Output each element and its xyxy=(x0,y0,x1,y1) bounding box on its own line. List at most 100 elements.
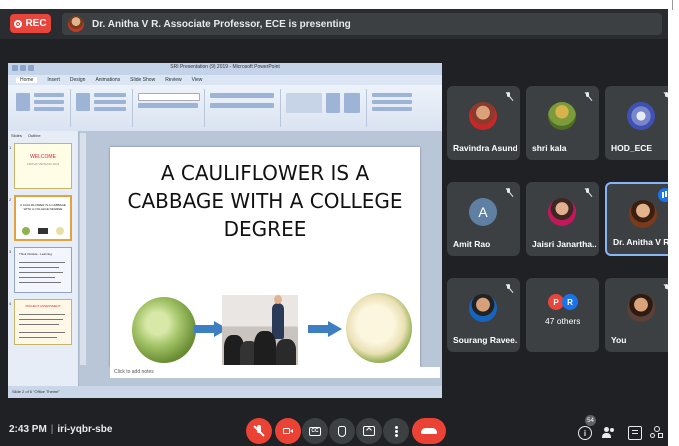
hand-icon xyxy=(338,425,346,437)
cabbage-image xyxy=(132,297,196,363)
tab-slides[interactable]: Slides xyxy=(11,133,22,138)
tab-slide-show[interactable]: Slide Show xyxy=(130,77,155,83)
people-icon[interactable] xyxy=(602,426,616,440)
mic-off-icon xyxy=(253,425,265,437)
font-format-icon[interactable] xyxy=(138,103,198,108)
list-icon[interactable] xyxy=(210,93,274,98)
speaking-indicator-icon xyxy=(658,188,668,202)
clock-time: 2:43 PM xyxy=(9,424,47,435)
slide-thumbnail-1[interactable]: WELCOME ANITHA VENKATA RAJI xyxy=(14,143,72,189)
tab-animations[interactable]: Animations xyxy=(95,77,120,83)
thumbnail-number: 1 xyxy=(9,145,12,150)
new-slide-icon[interactable] xyxy=(76,93,90,111)
record-icon xyxy=(14,19,23,28)
tab-design[interactable]: Design xyxy=(70,77,86,83)
microphone-button[interactable] xyxy=(246,418,272,444)
participant-name: You xyxy=(611,335,627,345)
reset-icon[interactable] xyxy=(94,100,126,104)
shapes-icon[interactable] xyxy=(286,93,322,113)
participant-tile[interactable]: HOD_ECE xyxy=(605,86,668,160)
meet-window: REC Dr. Anitha V R. Associate Professor,… xyxy=(0,9,668,446)
font-select[interactable] xyxy=(138,93,200,101)
avatar xyxy=(629,200,657,228)
participant-tile[interactable]: A Amit Rao xyxy=(447,182,520,256)
thumbnail-title: A CAULIFLOWER IS A CABBAGE WITH A COLLEG… xyxy=(20,203,66,211)
ribbon-tabs: Home Insert Design Animations Slide Show… xyxy=(8,75,442,85)
slide-thumbnail-2[interactable]: A CAULIFLOWER IS A CABBAGE WITH A COLLEG… xyxy=(14,195,72,241)
mic-off-icon xyxy=(661,283,668,295)
phone-hangup-icon xyxy=(421,428,437,434)
thumbnail-cabbage xyxy=(22,227,30,235)
slide-thumbnail-4[interactable]: PROJECT ASSESSMENT xyxy=(14,299,72,345)
copy-icon[interactable] xyxy=(34,100,64,104)
participant-tile[interactable]: shri kala xyxy=(526,86,599,160)
font-group xyxy=(134,89,205,127)
participant-tile[interactable]: Ravindra Asundi xyxy=(447,86,520,160)
participant-name: Amit Rao xyxy=(453,239,491,249)
participant-name: shri kala xyxy=(532,143,567,153)
tab-insert[interactable]: Insert xyxy=(47,77,60,83)
chat-icon[interactable] xyxy=(628,426,642,440)
avatar xyxy=(548,102,576,130)
activities-icon[interactable] xyxy=(650,426,664,440)
vertical-scrollbar[interactable] xyxy=(80,133,86,365)
delete-icon[interactable] xyxy=(94,107,126,111)
thumbnail-class xyxy=(38,228,48,234)
find-icon[interactable] xyxy=(372,93,412,97)
layout-icon[interactable] xyxy=(94,93,126,97)
recording-badge[interactable]: REC xyxy=(10,14,51,33)
thumbnail-line xyxy=(19,272,63,273)
tab-outline[interactable]: Outline xyxy=(28,133,41,138)
thumbnail-cauliflower xyxy=(56,227,64,235)
thumbnail-number: 2 xyxy=(9,197,12,202)
notes-pane[interactable]: Click to add notes xyxy=(110,367,440,378)
tab-view[interactable]: View xyxy=(192,77,203,83)
replace-icon[interactable] xyxy=(372,100,412,104)
leave-call-button[interactable] xyxy=(412,418,446,444)
participant-tile[interactable]: Sourang Ravee... xyxy=(447,278,520,352)
tab-review[interactable]: Review xyxy=(165,77,181,83)
participant-tile-self[interactable]: You xyxy=(605,278,668,352)
cut-icon[interactable] xyxy=(34,93,64,97)
camera-button[interactable] xyxy=(275,418,301,444)
paste-icon[interactable] xyxy=(16,93,30,111)
ppt-status-bar: Slide 2 of 6 "Office Theme" xyxy=(8,386,442,398)
present-icon xyxy=(363,426,375,436)
info-icon[interactable]: i xyxy=(578,426,592,440)
avatar xyxy=(548,198,576,226)
select-icon[interactable] xyxy=(372,107,412,111)
avatar xyxy=(627,102,655,130)
more-options-button[interactable] xyxy=(383,418,409,444)
format-painter-icon[interactable] xyxy=(34,107,64,111)
thumbnail-line xyxy=(19,262,65,263)
participant-tile[interactable]: Jaisri Janartha... xyxy=(526,182,599,256)
avatar xyxy=(469,102,497,130)
current-slide[interactable]: A CAULIFLOWER IS A CABBAGE WITH A COLLEG… xyxy=(110,147,420,367)
mic-off-icon xyxy=(503,283,515,295)
slide-title: A CAULIFLOWER IS A CABBAGE WITH A COLLEG… xyxy=(127,161,403,241)
bottom-bar: 2:43 PM | iri-yqbr-sbe CC i 54 xyxy=(0,406,668,446)
captions-button[interactable]: CC xyxy=(302,418,328,444)
ribbon xyxy=(8,85,442,132)
right-arrow-icon xyxy=(308,321,342,337)
avatar xyxy=(469,294,497,322)
slide-thumbnail-3[interactable]: Think Outside - Learning xyxy=(14,247,72,293)
align-icon[interactable] xyxy=(210,103,274,108)
presenter-avatar xyxy=(68,16,84,32)
thumbnail-line xyxy=(19,332,65,333)
top-bar: REC Dr. Anitha V R. Associate Professor,… xyxy=(0,9,668,39)
tab-home[interactable]: Home xyxy=(16,77,38,83)
participant-tile-others[interactable]: P R 47 others xyxy=(526,278,599,352)
screen: REC Dr. Anitha V R. Associate Professor,… xyxy=(0,0,679,446)
quick-styles-icon[interactable] xyxy=(344,93,360,113)
thumbnail-title: PROJECT ASSESSMENT xyxy=(25,304,61,308)
raise-hand-button[interactable] xyxy=(329,418,355,444)
participant-tile-active-speaker[interactable]: Dr. Anitha V R. ... xyxy=(605,182,668,256)
recording-label: REC xyxy=(25,18,47,29)
arrange-icon[interactable] xyxy=(326,93,340,113)
other-avatar: R xyxy=(562,294,578,310)
present-now-button[interactable] xyxy=(356,418,382,444)
clipboard-group xyxy=(12,89,71,127)
mic-off-icon xyxy=(661,91,668,103)
participant-name: 47 others xyxy=(545,316,581,326)
